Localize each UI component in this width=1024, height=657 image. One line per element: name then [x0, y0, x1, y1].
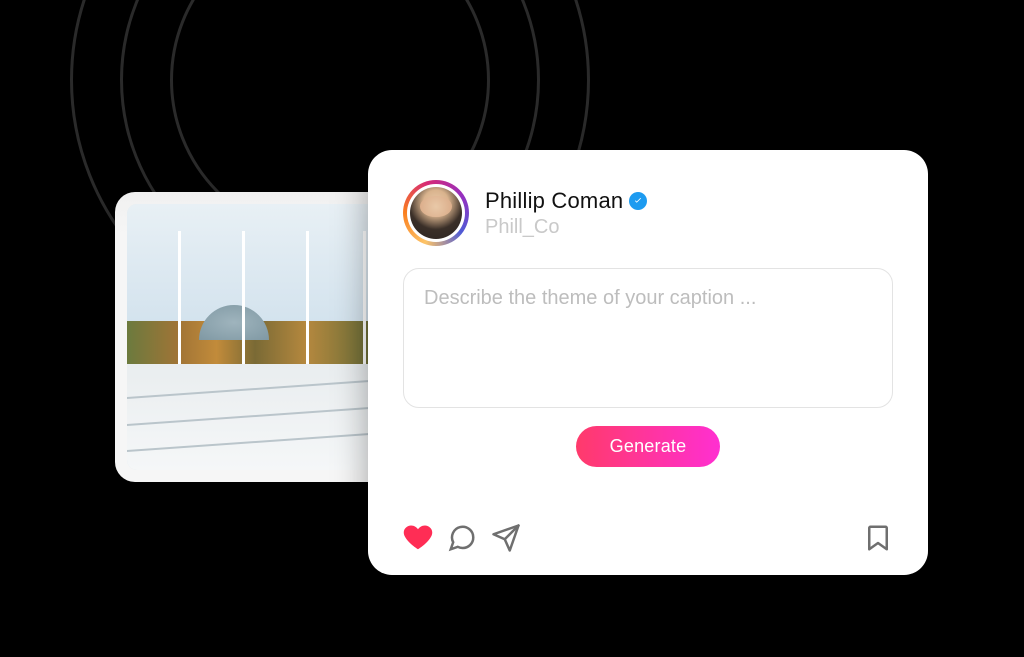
share-icon[interactable]	[491, 523, 521, 553]
profile-display-name[interactable]: Phillip Coman	[485, 188, 623, 214]
post-action-bar	[403, 503, 893, 553]
profile-handle[interactable]: Phill_Co	[485, 216, 647, 239]
generate-button[interactable]: Generate	[576, 426, 721, 467]
verified-badge-icon	[629, 192, 647, 210]
photo-scene	[127, 204, 383, 470]
profile-header: Phillip Coman Phill_Co	[403, 180, 893, 246]
caption-composer-card: Phillip Coman Phill_Co Generate	[368, 150, 928, 575]
avatar-story-ring[interactable]	[403, 180, 469, 246]
comment-icon[interactable]	[447, 523, 477, 553]
bookmark-icon[interactable]	[863, 523, 893, 553]
avatar	[410, 187, 462, 239]
caption-theme-input[interactable]	[403, 268, 893, 408]
attached-photo-thumbnail[interactable]	[115, 192, 395, 482]
heart-icon[interactable]	[403, 523, 433, 553]
